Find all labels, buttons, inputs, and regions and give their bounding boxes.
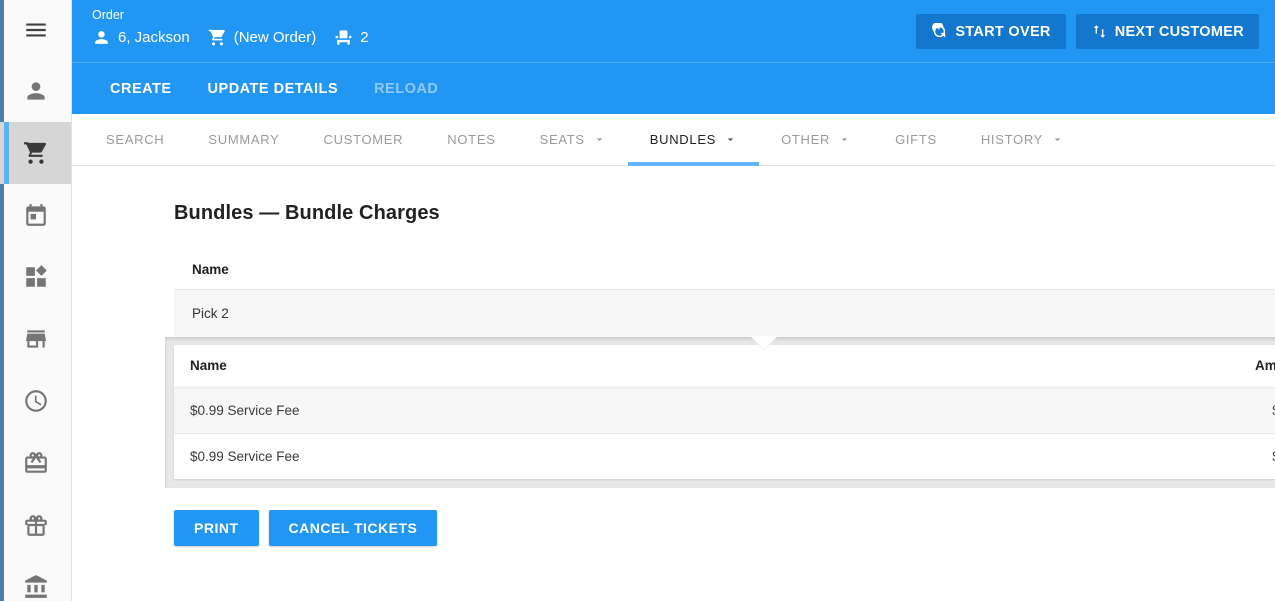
app-root: Order 6, Jackson (New Order) 2 START OVE… <box>0 0 1275 601</box>
tab-search[interactable]: SEARCH <box>84 114 186 166</box>
bundles-table: Name Pick 2 <box>174 252 1275 337</box>
cell-amount: $0.99 <box>897 387 1275 434</box>
chevron-down-icon <box>727 138 734 142</box>
tab-label: CUSTOMER <box>323 132 404 147</box>
subnav-item-reload: RELOAD <box>374 80 439 97</box>
header-info: Order 6, Jackson (New Order) 2 <box>92 7 369 47</box>
sidebar-item-history[interactable] <box>0 370 71 432</box>
start-over-label: START OVER <box>955 23 1051 40</box>
header-customer-label: 6, Jackson <box>118 29 190 46</box>
header-order-status: (New Order) <box>208 28 317 47</box>
sidebar-item-cart[interactable] <box>0 122 71 184</box>
tab-gifts[interactable]: GIFTS <box>873 114 959 166</box>
bank-icon <box>24 575 47 598</box>
sidebar-item-dashboard[interactable] <box>0 246 71 308</box>
next-customer-button[interactable]: NEXT CUSTOMER <box>1075 14 1259 49</box>
page-context-title: Order <box>92 8 124 22</box>
tab-bundles[interactable]: BUNDLES <box>627 114 760 166</box>
chevron-down-icon <box>596 138 602 142</box>
person-icon <box>95 31 108 44</box>
column-header-name: Name <box>174 345 898 388</box>
shopping-cart-icon <box>208 29 225 46</box>
menu-icon-button[interactable] <box>0 0 71 60</box>
tab-history[interactable]: HISTORY <box>959 114 1086 166</box>
subnav-item-create[interactable]: CREATE <box>92 63 190 115</box>
tab-label: HISTORY <box>980 132 1044 147</box>
bundle-charges-panel-wrap: Name Amount $0.99 Service Fee $0.99 $0.9… <box>165 336 1275 488</box>
cancel-tickets-button[interactable]: CANCEL TICKETS <box>268 510 438 546</box>
clock-icon <box>24 390 47 412</box>
table-header-row: Name Amount <box>174 345 1275 388</box>
bundles-table-header-name: Name <box>174 252 1275 290</box>
header-seat-count-label: 2 <box>360 29 369 46</box>
header-summary: 6, Jackson (New Order) 2 <box>92 28 369 47</box>
sidebar-item-gift[interactable] <box>0 494 71 556</box>
shopping-cart-icon <box>23 142 46 164</box>
print-button[interactable]: PRINT <box>174 510 259 546</box>
header-order-status-label: (New Order) <box>233 29 317 46</box>
header-actions: START OVER NEXT CUSTOMER <box>916 14 1259 49</box>
subnav: CREATE UPDATE DETAILS RELOAD <box>72 62 1275 114</box>
tab-label: SUMMARY <box>208 132 280 147</box>
main-column: Order 6, Jackson (New Order) 2 START OVE… <box>72 0 1275 601</box>
sidebar-item-card-giftcard[interactable] <box>0 432 71 494</box>
hamburger-menu-icon <box>25 23 46 37</box>
start-over-button[interactable]: START OVER <box>916 14 1066 49</box>
cell-name: $0.99 Service Fee <box>190 449 300 464</box>
store-icon <box>25 330 46 348</box>
panel-notch-caret-icon <box>750 336 778 350</box>
page-title: Bundles — Bundle Charges <box>174 202 440 224</box>
sidebar <box>0 0 72 601</box>
dashboard-icon <box>25 265 47 287</box>
tab-label: BUNDLES <box>649 132 717 147</box>
column-header-amount: Amount <box>897 345 1275 388</box>
tab-summary[interactable]: SUMMARY <box>186 114 301 166</box>
calendar-icon <box>25 204 46 226</box>
tab-label: GIFTS <box>895 132 937 147</box>
table-row[interactable]: Pick 2 <box>174 290 1275 337</box>
cell-amount: $0.99 <box>898 434 1275 480</box>
person-icon <box>26 82 45 100</box>
sidebar-item-store[interactable] <box>0 308 71 370</box>
tab-other[interactable]: OTHER <box>759 114 873 166</box>
refresh-icon <box>932 23 946 38</box>
footer-actions: PRINT CANCEL TICKETS <box>174 510 1257 546</box>
table-row[interactable]: $0.99 Service Fee $0.99 <box>174 387 1275 434</box>
tab-customer[interactable]: CUSTOMER <box>302 114 426 166</box>
bundle-charges-table: Name Amount $0.99 Service Fee $0.99 $0.9… <box>174 345 1275 479</box>
sidebar-item-calendar[interactable] <box>0 184 71 246</box>
chevron-down-icon <box>1054 138 1061 142</box>
header-customer: 6, Jackson <box>92 28 190 47</box>
header-seat-count: 2 <box>334 28 369 47</box>
tab-label: NOTES <box>447 132 496 147</box>
swap-vertical-icon <box>1093 25 1105 38</box>
app-header: Order 6, Jackson (New Order) 2 START OVE… <box>72 0 1275 62</box>
sidebar-item-account-balance[interactable] <box>0 556 71 601</box>
card-giftcard-icon <box>24 452 47 473</box>
tab-strip: SEARCH SUMMARY CUSTOMER NOTES SEATS BUND… <box>72 114 1275 166</box>
tab-notes[interactable]: NOTES <box>425 114 517 166</box>
cell-name: $0.99 Service Fee <box>174 387 898 434</box>
tab-label: SEARCH <box>106 132 165 147</box>
tab-label: SEATS <box>539 132 585 147</box>
tab-seats[interactable]: SEATS <box>518 114 628 166</box>
gift-icon <box>24 515 47 536</box>
next-customer-label: NEXT CUSTOMER <box>1114 23 1244 40</box>
bundle-charges-panel: Name Amount $0.99 Service Fee $0.99 $0.9… <box>174 345 1275 479</box>
sidebar-item-person[interactable] <box>0 60 71 122</box>
subnav-item-update-details[interactable]: UPDATE DETAILS <box>190 63 357 115</box>
tab-label: OTHER <box>781 132 831 147</box>
event-seat-icon <box>335 30 352 45</box>
chevron-down-icon <box>841 138 848 142</box>
content-area: Bundles — Bundle Charges Name Pick 2 Nam… <box>72 166 1275 601</box>
table-row[interactable]: $0.99 Service Fee $0.99 <box>174 434 1275 480</box>
